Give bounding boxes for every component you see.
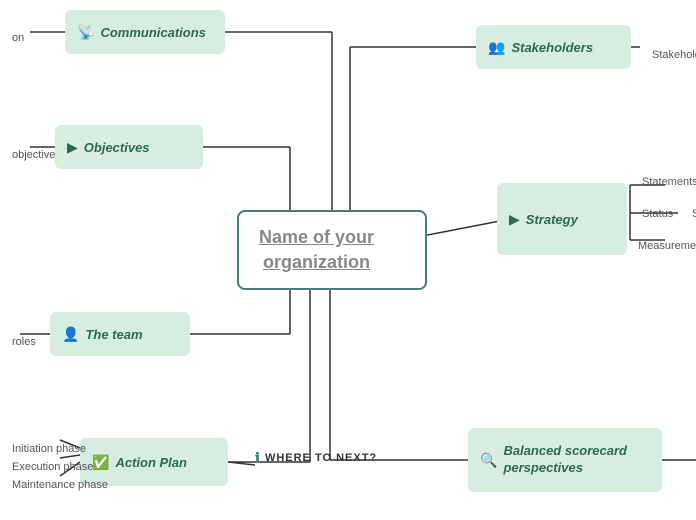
communications-icon: 📡	[77, 24, 94, 41]
comm-left-label: on	[0, 26, 36, 50]
mindmap-canvas: Name of your organization 📡 Communicatio…	[0, 0, 696, 520]
stakeholders-node[interactable]: 👥 Stakeholders	[476, 25, 631, 69]
stakeholder-right-label: Stakeholder...	[640, 43, 696, 67]
balanced-scorecard-node[interactable]: 🔍 Balanced scorecard perspectives	[468, 428, 662, 492]
communications-node[interactable]: 📡 Communications	[65, 10, 225, 54]
center-node[interactable]: Name of your organization	[237, 210, 427, 290]
where-next-node[interactable]: ℹ WHERE TO NEXT?	[255, 450, 377, 466]
team-node[interactable]: 👤 The team	[50, 312, 190, 356]
team-label: The team	[85, 327, 142, 342]
action-plan-label: Action Plan	[115, 455, 187, 470]
strategy-node[interactable]: ▶ Strategy	[497, 183, 627, 255]
balanced-label: Balanced scorecard perspectives	[503, 443, 627, 477]
where-next-label: WHERE TO NEXT?	[265, 452, 377, 464]
statements-label: Statements	[630, 170, 696, 194]
objective-left-label: objective	[0, 143, 67, 167]
roles-label: roles	[0, 330, 48, 354]
status-right-label: Stra...	[680, 202, 696, 226]
strategy-icon: ▶	[509, 211, 520, 228]
communications-label: Communications	[100, 25, 205, 40]
where-next-icon: ℹ	[255, 450, 261, 466]
status-label: Status	[630, 202, 685, 226]
strategy-label: Strategy	[526, 212, 578, 227]
center-label: Name of your organization	[259, 225, 374, 275]
objectives-label: Objectives	[84, 140, 150, 155]
balanced-icon: 🔍	[480, 452, 497, 469]
objectives-node[interactable]: ▶ Objectives	[55, 125, 203, 169]
measurements-label: Measurements	[626, 234, 696, 258]
objectives-icon: ▶	[67, 139, 78, 156]
stakeholders-icon: 👥	[488, 39, 505, 56]
team-icon: 👤	[62, 326, 79, 343]
stakeholders-label: Stakeholders	[511, 40, 593, 55]
maintenance-label: Maintenance phase	[0, 473, 120, 497]
